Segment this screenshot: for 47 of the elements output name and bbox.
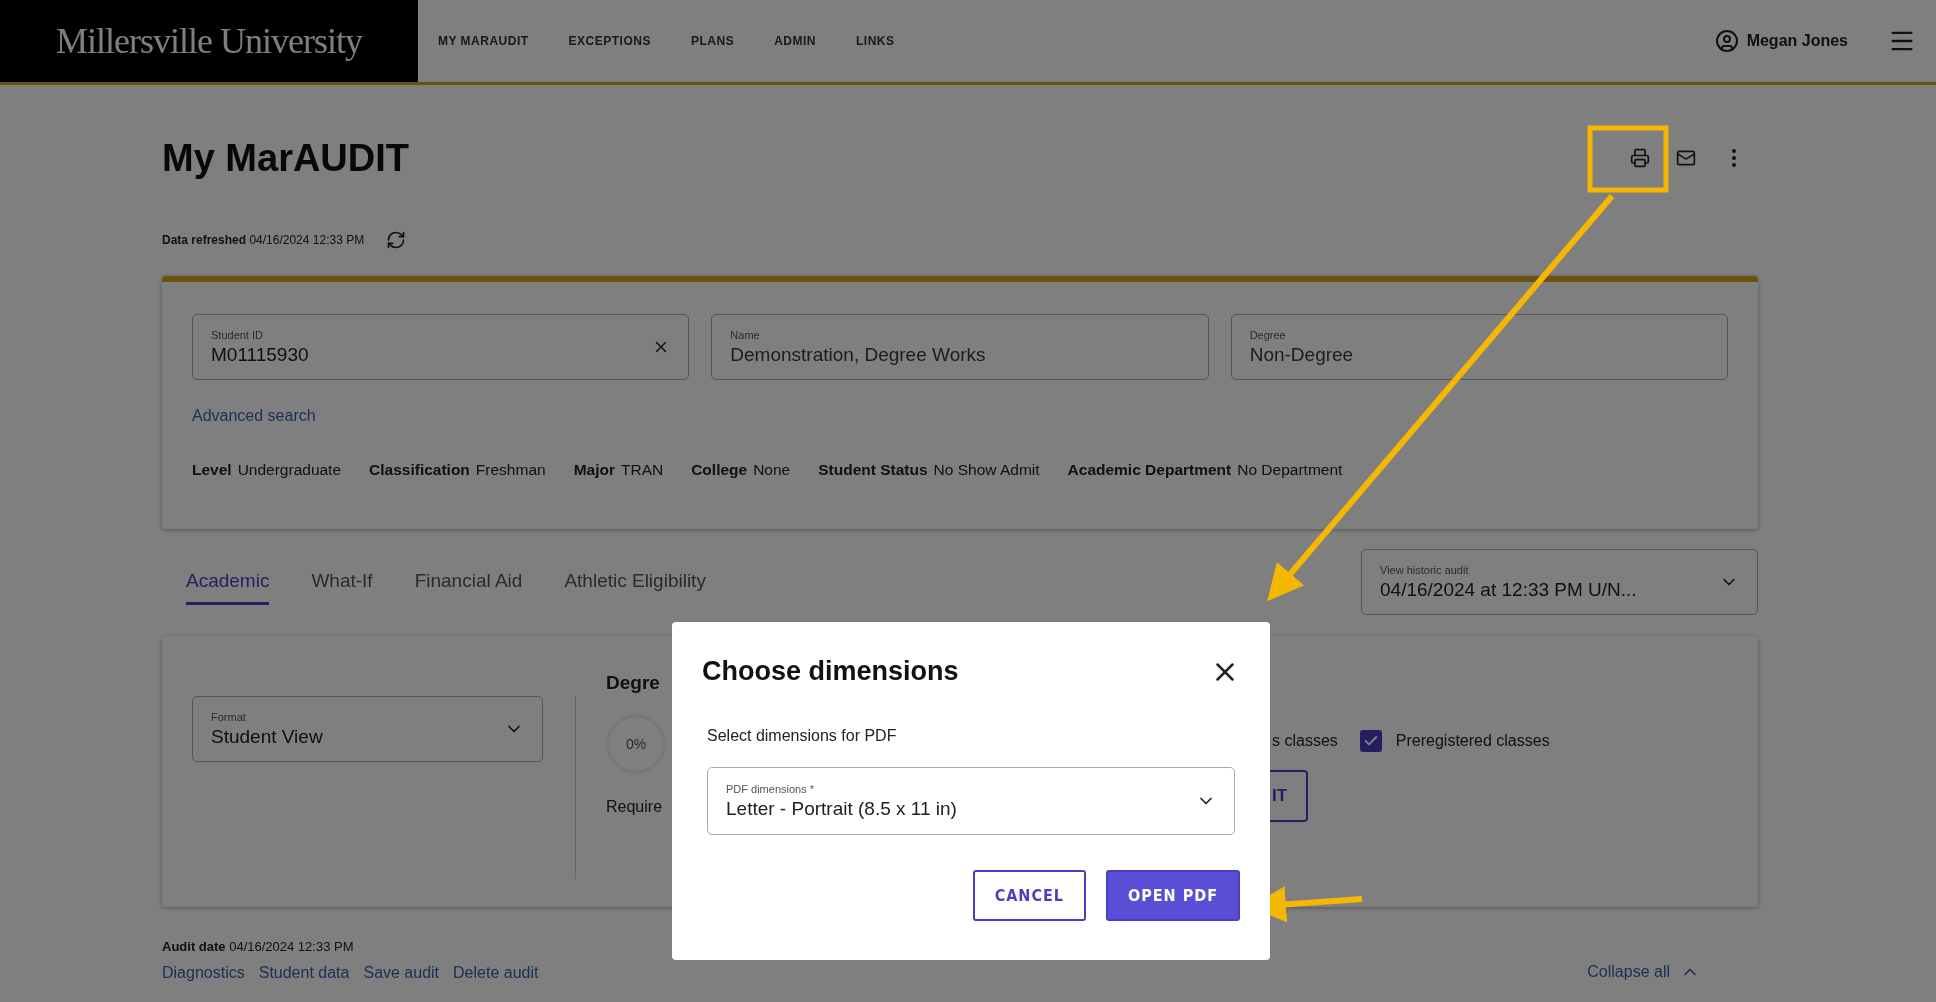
input-field[interactable]: Degree Non-Degree: [1230, 314, 1728, 380]
nav-link[interactable]: PLANS: [690, 34, 735, 48]
input-field[interactable]: Student ID M01115930: [192, 314, 690, 380]
dialog-title: Choose dimensions: [702, 656, 959, 687]
audit-link[interactable]: Save audit: [363, 964, 440, 982]
audit-link[interactable]: Delete audit: [453, 964, 539, 982]
advanced-search-link[interactable]: Advanced search: [192, 407, 316, 424]
student-attribute: College None: [691, 461, 791, 479]
student-attribute: Classification Freshman: [369, 461, 546, 479]
historic-audit-select[interactable]: View historic audit 04/16/2024 at 12:33 PM U/N...: [1361, 549, 1758, 615]
student-attribute: Level Undergraduate: [192, 461, 342, 479]
mail-icon[interactable]: [1676, 148, 1696, 168]
student-attribute: Student Status No Show Admit: [818, 461, 1040, 479]
section-heading: Degre: [606, 672, 661, 694]
pdf-dimensions-select[interactable]: PDF dimensions * Letter - Portrait (8.5 x 11 in): [707, 767, 1235, 835]
audit-tab[interactable]: Financial Aid: [414, 559, 523, 605]
progress-ring: 0%: [606, 714, 666, 774]
audit-tab[interactable]: Academic: [186, 559, 270, 605]
student-attribute: Major TRAN: [573, 461, 664, 479]
nav-link[interactable]: MY MARAUDIT: [438, 34, 529, 48]
collapse-all-link[interactable]: Collapse all: [1587, 962, 1700, 982]
audit-link[interactable]: Diagnostics: [162, 964, 245, 982]
user-avatar-icon[interactable]: [1714, 29, 1739, 53]
nav-link[interactable]: ADMIN: [774, 34, 816, 48]
nav-link[interactable]: LINKS: [855, 34, 895, 48]
audit-tab[interactable]: What-If: [311, 559, 373, 605]
university-logo: Millersville University: [0, 0, 418, 82]
open-pdf-button[interactable]: OPEN PDF: [1106, 870, 1240, 921]
format-select[interactable]: Format Student View: [192, 696, 543, 762]
refresh-info: Data refreshed 04/16/2024 12:33 PM: [162, 233, 365, 247]
option-label: s classes: [1272, 732, 1338, 750]
print-icon[interactable]: [1630, 148, 1650, 168]
user-name[interactable]: Megan Jones: [1746, 32, 1848, 50]
requirements-text: Require: [606, 798, 664, 816]
student-attribute: Academic Department No Department: [1067, 461, 1343, 479]
page-title: My MarAUDIT: [162, 136, 410, 180]
refresh-icon[interactable]: [386, 230, 407, 250]
cancel-button[interactable]: CANCEL: [972, 870, 1086, 921]
audit-button[interactable]: IT: [1270, 770, 1308, 822]
nav-link[interactable]: EXCEPTIONS: [568, 34, 651, 48]
dialog-text: Select dimensions for PDF: [707, 727, 898, 745]
option-label: Preregistered classes: [1395, 732, 1550, 750]
audit-link[interactable]: Student data: [258, 964, 350, 982]
audit-date: Audit date 04/16/2024 12:33 PM: [162, 939, 355, 954]
audit-tab[interactable]: Athletic Eligibility: [564, 559, 706, 605]
input-field[interactable]: Name Demonstration, Degree Works: [711, 314, 1209, 380]
checkbox[interactable]: [1359, 730, 1382, 752]
